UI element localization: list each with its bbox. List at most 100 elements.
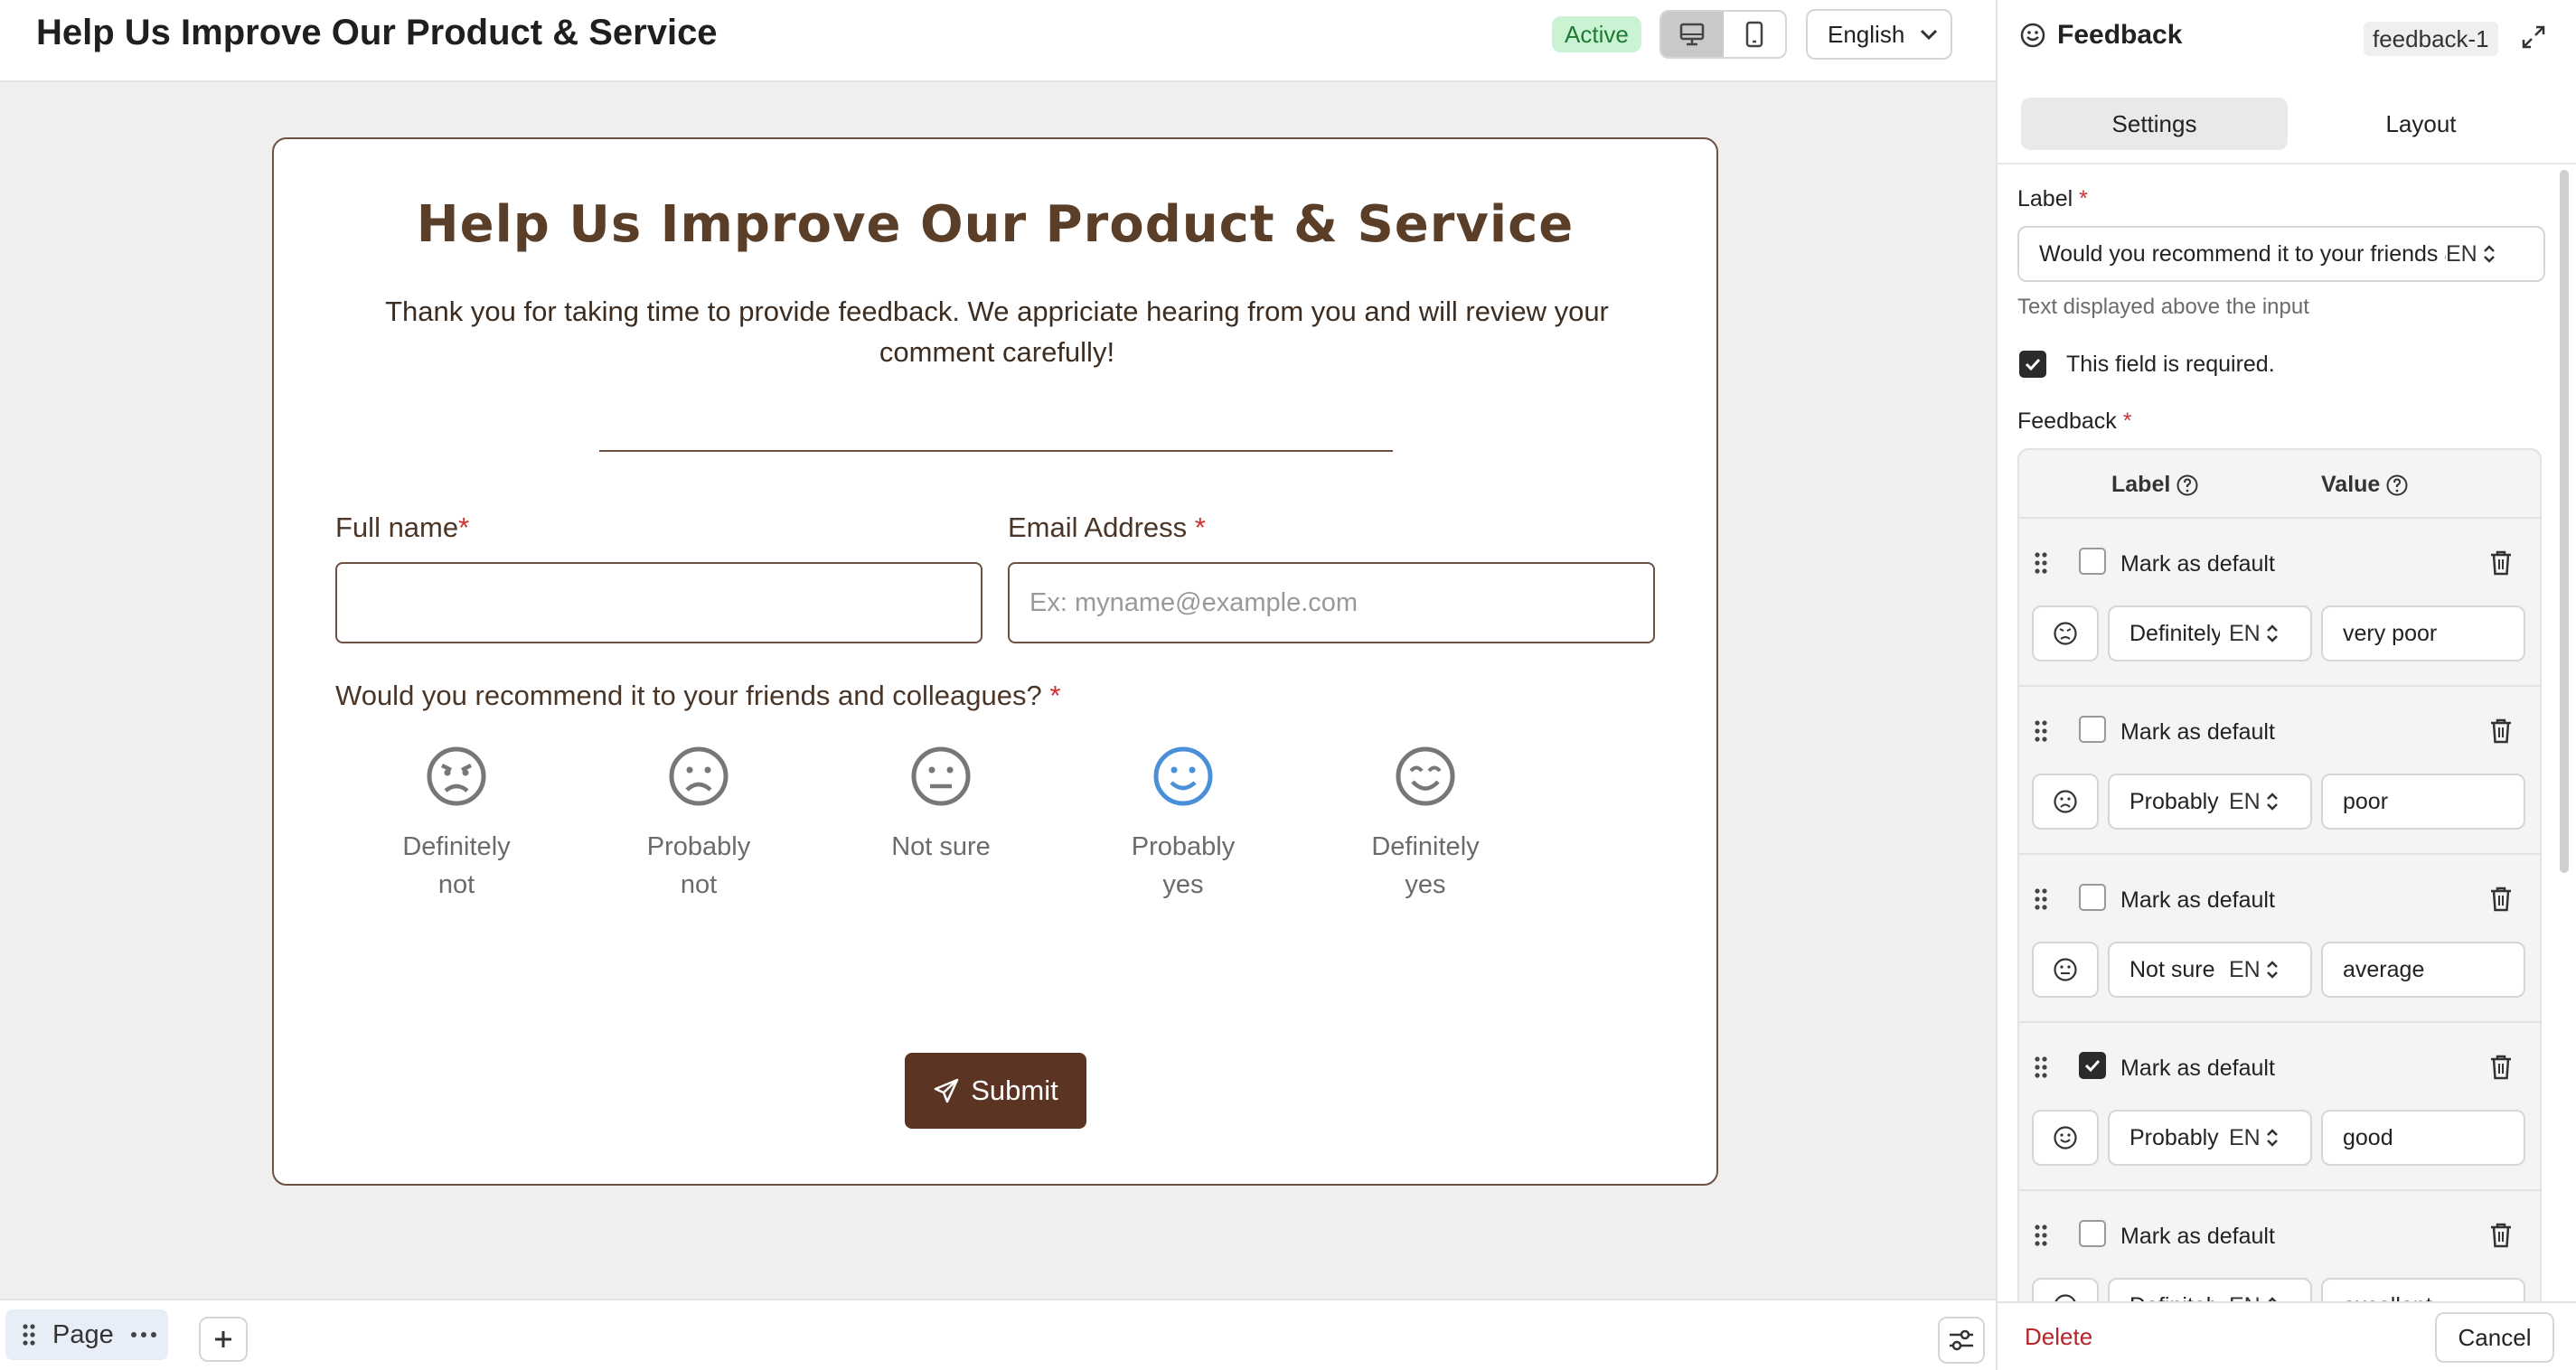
tab-layout[interactable]: Layout <box>2288 98 2554 150</box>
desktop-view-button[interactable] <box>1661 12 1724 57</box>
lang-code: EN <box>2229 620 2261 646</box>
mark-default-checkbox[interactable] <box>2079 1220 2106 1247</box>
drag-handle-icon[interactable] <box>2034 719 2048 743</box>
trash-icon[interactable] <box>2489 886 2513 913</box>
updown-icon <box>2266 624 2278 643</box>
option-probably-not[interactable]: Probably not <box>608 745 789 904</box>
sliders-icon <box>1950 1329 1973 1351</box>
option-label: Definitely <box>402 832 511 861</box>
trash-icon[interactable] <box>2489 1222 2513 1249</box>
label-input-value: Would you recommend it to your friends a… <box>2039 240 2446 267</box>
angry-face-icon <box>2054 622 2077 645</box>
language-select[interactable]: English <box>1806 9 1952 60</box>
delete-button[interactable]: Delete <box>2025 1323 2092 1351</box>
add-page-button[interactable] <box>199 1317 248 1362</box>
option-value-input[interactable]: very poor <box>2321 605 2525 662</box>
full-name-input[interactable] <box>335 562 982 643</box>
option-label-input[interactable]: Definitely not EN <box>2108 605 2312 662</box>
emoji-picker-button[interactable] <box>2032 1110 2099 1166</box>
option-probably-yes[interactable]: Probably yes <box>1093 745 1274 904</box>
lang-selector[interactable]: EN <box>2229 789 2279 815</box>
option-not-sure[interactable]: Not sure <box>851 745 1031 866</box>
emoji-picker-button[interactable] <box>2032 942 2099 998</box>
label-field-title: Label * <box>2017 186 2088 211</box>
plus-icon <box>215 1331 231 1347</box>
expand-icon[interactable] <box>2520 23 2547 51</box>
option-label-value: Definitely not <box>2129 620 2220 646</box>
frown-face-icon <box>669 746 729 806</box>
col-value-header: Value <box>2321 472 2381 497</box>
email-input[interactable]: Ex: myname@example.com <box>1008 562 1655 643</box>
updown-icon <box>2266 961 2278 979</box>
page-label: Page <box>52 1319 114 1349</box>
lang-selector[interactable]: EN <box>2229 957 2279 983</box>
help-icon[interactable] <box>2385 474 2409 497</box>
option-label-input[interactable]: Probably yes EN <box>2108 1110 2312 1166</box>
panel-title-text: Feedback <box>2057 20 2183 50</box>
mark-default-checkbox[interactable] <box>2079 548 2106 575</box>
smile-face-icon <box>1153 746 1213 806</box>
option-definitely-not[interactable]: Definitely not <box>366 745 547 904</box>
mark-default-checkbox[interactable] <box>2079 716 2106 743</box>
mark-default-checkbox[interactable] <box>2079 1052 2106 1079</box>
grin-face-icon <box>1396 746 1455 806</box>
panel-scrollbar[interactable] <box>2560 170 2569 873</box>
label-input[interactable]: Would you recommend it to your friends a… <box>2017 226 2545 282</box>
option-value-input[interactable]: good <box>2321 1110 2525 1166</box>
divider <box>1998 163 2576 164</box>
option-label: Probably <box>1131 832 1236 861</box>
check-icon <box>2025 358 2041 371</box>
settings-adjust-button[interactable] <box>1938 1317 1985 1364</box>
mark-default-label: Mark as default <box>2120 1056 2275 1081</box>
option-label-value: Probably not <box>2129 788 2220 814</box>
full-name-label: Full name* <box>335 511 470 543</box>
drag-handle-icon[interactable] <box>2034 887 2048 911</box>
updown-icon <box>2266 1129 2278 1147</box>
status-badge: Active <box>1552 16 1641 52</box>
required-checkbox-row[interactable]: This field is required. <box>2019 351 2275 378</box>
help-icon[interactable] <box>2176 474 2199 497</box>
submit-label: Submit <box>971 1074 1058 1106</box>
check-icon <box>2084 1059 2101 1073</box>
neutral-face-icon <box>2054 958 2077 981</box>
page-chip[interactable]: Page <box>5 1309 168 1360</box>
option-row: Mark as default Definitely not EN very p… <box>2019 519 2540 687</box>
trash-icon[interactable] <box>2489 1054 2513 1081</box>
feedback-section-title: Feedback * <box>2017 408 2132 434</box>
drag-handle-icon[interactable] <box>2034 551 2048 575</box>
option-definitely-yes[interactable]: Definitely yes <box>1335 745 1516 904</box>
option-row: Mark as default Probably not EN poor <box>2019 687 2540 855</box>
mark-default-checkbox[interactable] <box>2079 884 2106 911</box>
cancel-button[interactable]: Cancel <box>2435 1312 2554 1363</box>
drag-handle-icon[interactable] <box>2034 1224 2048 1247</box>
lang-selector[interactable]: EN <box>2229 1125 2279 1151</box>
option-label: not <box>680 870 718 899</box>
tab-settings[interactable]: Settings <box>2021 98 2288 150</box>
desktop-icon <box>1680 23 1705 46</box>
option-value-input[interactable]: average <box>2321 942 2525 998</box>
panel-title: Feedback <box>2019 20 2182 51</box>
submit-button[interactable]: Submit <box>905 1053 1086 1129</box>
mobile-view-button[interactable] <box>1724 12 1786 57</box>
neutral-face-icon <box>911 746 971 806</box>
option-label-input[interactable]: Not sure EN <box>2108 942 2312 998</box>
page-title: Help Us Improve Our Product & Service <box>36 13 718 52</box>
send-icon <box>935 1078 959 1103</box>
trash-icon[interactable] <box>2489 718 2513 745</box>
lang-code: EN <box>2229 788 2261 814</box>
lang-selector[interactable]: EN <box>2446 241 2496 267</box>
option-label-input[interactable]: Probably not EN <box>2108 774 2312 830</box>
more-icon[interactable] <box>130 1331 157 1338</box>
trash-icon[interactable] <box>2489 549 2513 577</box>
drag-handle-icon[interactable] <box>2034 1056 2048 1079</box>
option-label: Not sure <box>891 832 991 861</box>
lang-selector[interactable]: EN <box>2229 621 2279 647</box>
required-checkbox[interactable] <box>2019 351 2046 378</box>
smile-face-icon <box>2054 1126 2077 1149</box>
option-value-input[interactable]: poor <box>2321 774 2525 830</box>
updown-icon <box>2266 793 2278 811</box>
emoji-picker-button[interactable] <box>2032 605 2099 662</box>
option-label-value: Probably yes <box>2129 1124 2220 1150</box>
emoji-picker-button[interactable] <box>2032 774 2099 830</box>
feedback-options-list: Label Value Mark as default Definitely n… <box>2017 448 2542 1370</box>
